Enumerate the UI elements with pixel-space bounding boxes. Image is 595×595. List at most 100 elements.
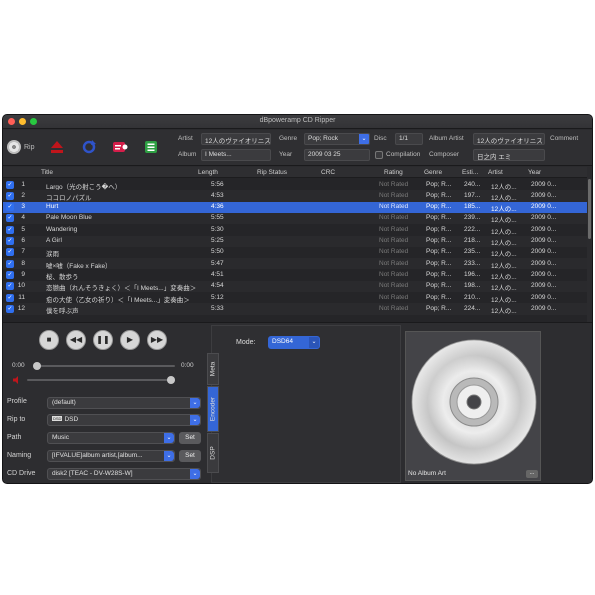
naming-set-button[interactable]: Set: [179, 450, 201, 462]
track-year: 2009 0...: [531, 191, 557, 199]
cd-info-button[interactable]: [111, 138, 129, 156]
pause-icon: ❚❚: [96, 335, 110, 344]
ripto-select[interactable]: DSD DSD ⌄: [47, 414, 201, 426]
volume-slider[interactable]: [27, 379, 171, 381]
table-row[interactable]: ✓ 4 Pale Moon Blue 5:55 Not Rated Pop; R... 23…: [3, 212, 589, 224]
track-genre: Pop; R...: [426, 270, 452, 278]
options-button[interactable]: [143, 138, 159, 156]
profile-label: Profile: [7, 398, 27, 405]
title-bar: dBpoweramp CD Ripper: [3, 115, 592, 129]
seek-slider[interactable]: [35, 365, 175, 367]
track-genre: Pop; R...: [426, 203, 452, 211]
stop-button[interactable]: ■: [39, 330, 59, 350]
play-button[interactable]: ▶: [120, 330, 140, 350]
chevron-down-icon: ⌄: [164, 433, 174, 443]
volume-knob[interactable]: [167, 376, 175, 384]
col-length[interactable]: Length: [198, 169, 218, 176]
track-num: 6: [21, 237, 25, 244]
genre-label: Genre: [279, 135, 298, 142]
artist-field[interactable]: 12人のヴァイオリニスト: [201, 133, 271, 145]
mode-select[interactable]: DSD64 ⌄: [268, 336, 320, 349]
track-year: 2009 0...: [531, 214, 557, 222]
path-set-button[interactable]: Set: [179, 432, 201, 444]
track-list-scrollbar[interactable]: [587, 167, 592, 322]
time-elapsed: 0:00: [12, 362, 25, 369]
table-row[interactable]: ✓ 3 Hurt 4:36 Not Rated Pop; R... 185... 12人の..…: [3, 201, 589, 214]
table-row[interactable]: ✓ 9 桜、散歩う 4:51 Not Rated Pop; R... 196... 12人の.…: [3, 269, 589, 281]
genre-select[interactable]: Pop; Rock ⌄: [304, 133, 370, 145]
track-artist: 12人の...: [491, 251, 517, 259]
track-esti: 233...: [464, 259, 481, 267]
album-field[interactable]: I Meets...: [201, 149, 271, 161]
refresh-metadata-button[interactable]: [81, 138, 97, 156]
col-genre[interactable]: Genre: [424, 169, 442, 176]
track-rating: Not Rated: [379, 203, 409, 211]
genre-value: Pop; Rock: [308, 135, 338, 142]
tab-dsp[interactable]: DSP: [207, 433, 219, 473]
mode-value: DSD64: [272, 338, 293, 345]
table-row[interactable]: ✓ 2 ココロノパズル 4:53 Not Rated Pop; R... 197... 12人…: [3, 190, 589, 202]
naming-label: Naming: [7, 452, 32, 459]
track-genre: Pop; R...: [426, 293, 452, 301]
table-row[interactable]: ✓ 6 A Girl 5:25 Not Rated Pop; R... 218... 12人の…: [3, 235, 589, 247]
col-year[interactable]: Year: [528, 169, 541, 176]
chevron-down-icon: ⌄: [190, 469, 200, 479]
track-artist: 12人の...: [491, 240, 517, 247]
time-total: 0:00: [181, 362, 194, 369]
track-year: 2009 0...: [531, 248, 557, 256]
table-row[interactable]: ✓ 5 Wandering 5:30 Not Rated Pop; R... 222... 1…: [3, 224, 589, 236]
table-row[interactable]: ✓ 11 愈の大使（乙女の祈り）＜「I Meets...」変奏曲＞ 5:12 Not R…: [3, 292, 589, 304]
rip-button[interactable]: Rip: [7, 138, 35, 156]
track-genre: Pop; R...: [426, 237, 452, 244]
col-rip-status[interactable]: Rip Status: [257, 169, 287, 176]
seek-knob[interactable]: [33, 362, 41, 370]
fast-forward-button[interactable]: ▶▶: [147, 330, 167, 350]
track-year: 2009 0...: [531, 225, 557, 233]
table-row[interactable]: ✓ 8 嘘×嘘（Fake x Fake） 5:47 Not Rated Pop; R...…: [3, 258, 589, 270]
cd-ripper-window: dBpoweramp CD Ripper Rip Artist 12人のヴァイオ…: [2, 114, 593, 484]
track-genre: Pop; R...: [426, 259, 452, 267]
col-rating[interactable]: Rating: [384, 169, 403, 176]
table-row[interactable]: ✓ 10 恋戀曲（れんそうきょく）＜「I Meets...」変奏曲＞ 4:54 Not …: [3, 280, 589, 292]
chevron-down-icon: ⌄: [359, 134, 369, 144]
track-rating: Not Rated: [379, 259, 409, 267]
track-artist: 12人の...: [491, 307, 517, 315]
rewind-button[interactable]: ◀◀: [66, 330, 86, 350]
track-esti: 198...: [464, 282, 481, 290]
profile-value: (default): [52, 399, 76, 406]
track-genre: Pop; R...: [426, 225, 452, 233]
album-artist-field[interactable]: 12人のヴァイオリニスト: [473, 133, 545, 145]
track-title: Hurt: [46, 203, 59, 211]
table-row[interactable]: ✓ 7 涙雨 5:50 Not Rated Pop; R... 235... 12人の... 2…: [3, 247, 589, 258]
eject-button[interactable]: [49, 138, 65, 156]
pause-button[interactable]: ❚❚: [93, 330, 113, 350]
track-title: Wandering: [46, 225, 78, 233]
table-row[interactable]: ✓ 12 僕を呼ぶ声 5:33 Not Rated Pop; R... 224... 12人の…: [3, 303, 589, 315]
track-rating: Not Rated: [379, 248, 409, 256]
track-artist: 12人の...: [491, 206, 517, 214]
table-row[interactable]: ✓ 1 Largo（光の射こう�へ） 5:56 Not Rated Pop; R... 24…: [3, 179, 589, 191]
tab-encoder[interactable]: Encoder: [207, 386, 219, 432]
col-crc[interactable]: CRC: [321, 169, 335, 176]
track-num: 3: [21, 203, 25, 211]
cd-icon: [7, 140, 21, 154]
profile-select[interactable]: (default) ⌄: [47, 397, 201, 409]
naming-select[interactable]: [IFVALUE]album artist,[album... ⌄: [47, 450, 175, 462]
track-title: 愈の大使（乙女の祈り）＜「I Meets...」変奏曲＞: [46, 296, 190, 304]
cddrive-select[interactable]: disk2 [TEAC - DV-W28S-W] ⌄: [47, 468, 201, 480]
tab-dsp-label: DSP: [209, 446, 217, 460]
track-rating: Not Rated: [379, 225, 409, 233]
year-field[interactable]: 2009 03 25: [304, 149, 370, 161]
col-esti[interactable]: Esti...: [462, 169, 478, 176]
disc-field[interactable]: 1/1: [395, 133, 423, 145]
path-select[interactable]: Music ⌄: [47, 432, 175, 444]
tab-meta[interactable]: Meta: [207, 353, 219, 385]
disc-label: Disc: [374, 135, 387, 142]
composer-field[interactable]: 日之内 エミ: [473, 149, 545, 161]
col-title[interactable]: Title: [41, 169, 53, 176]
track-rating: Not Rated: [379, 214, 409, 222]
album-art-menu-button[interactable]: ...: [526, 470, 538, 478]
col-artist[interactable]: Artist: [488, 169, 503, 176]
compilation-checkbox[interactable]: [375, 151, 383, 159]
scroll-thumb[interactable]: [588, 179, 591, 239]
